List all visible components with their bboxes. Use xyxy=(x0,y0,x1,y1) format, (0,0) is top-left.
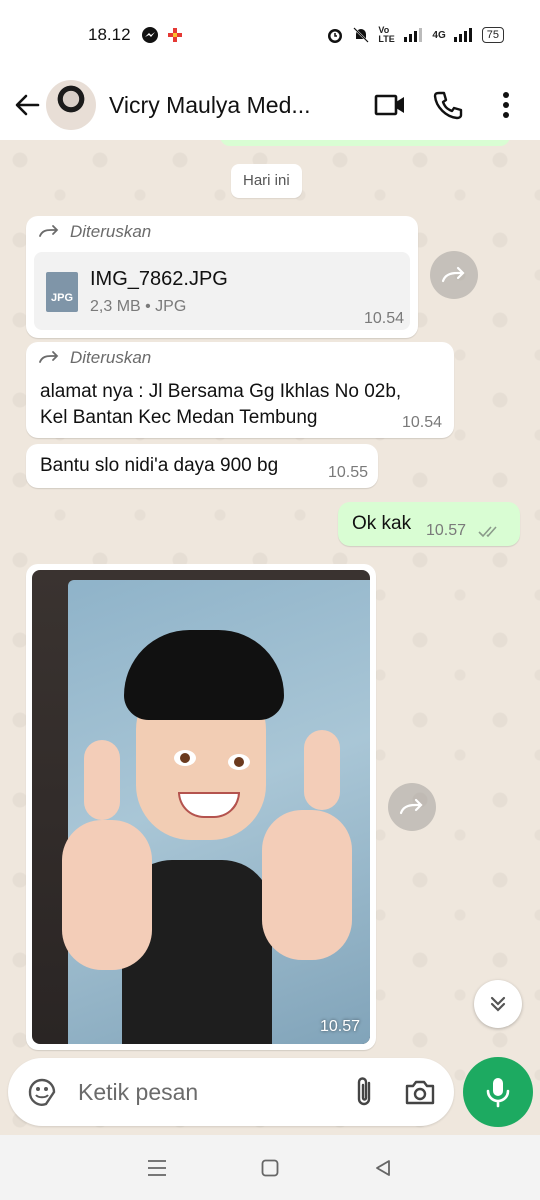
voice-call-button[interactable] xyxy=(428,85,468,125)
sticker-thumb-right xyxy=(304,730,340,810)
video-camera-icon xyxy=(374,94,404,116)
message-text-line: alamat nya : Jl Bersama Gg Ikhlas No 02b… xyxy=(40,381,402,402)
video-call-button[interactable] xyxy=(370,85,410,125)
message-outgoing[interactable]: Ok kak 10.57 xyxy=(338,502,520,546)
previous-message-edge xyxy=(220,140,510,146)
id-card-photo[interactable]: 10.57 xyxy=(32,570,370,1044)
message-text: Bantu slo nidi'a daya 900 bg xyxy=(40,455,279,476)
message-time: 10.57 xyxy=(319,1018,360,1035)
status-time: 18.12 xyxy=(88,25,131,44)
sticker-hand-left xyxy=(62,820,152,970)
file-attachment[interactable]: JPG IMG_7862.JPG 2,3 MB • JPG xyxy=(34,252,410,330)
forwarded-arrow-icon xyxy=(39,225,59,237)
battery-indicator: 75 xyxy=(481,27,504,43)
sticker-eye xyxy=(174,750,196,766)
forwarded-label: Diteruskan xyxy=(38,222,151,242)
microphone-icon xyxy=(486,1078,510,1108)
message-time: 10.57 xyxy=(426,522,467,539)
message-text-line: Kel Bantan Kec Medan Tembung xyxy=(40,407,318,428)
message-forwarded-file[interactable]: Diteruskan JPG IMG_7862.JPG 2,3 MB • JPG… xyxy=(26,216,418,338)
more-options-button[interactable] xyxy=(486,85,526,125)
sticker-eye xyxy=(228,754,250,770)
file-meta: 2,3 MB • JPG xyxy=(90,298,187,315)
mute-bell-icon xyxy=(353,27,370,43)
network-type: 4G xyxy=(432,29,446,41)
message-time: 10.55 xyxy=(327,464,368,481)
contact-avatar[interactable] xyxy=(46,80,96,130)
sticker-emoji-icon xyxy=(28,1078,56,1106)
forward-button[interactable] xyxy=(388,783,436,831)
signal-2-icon xyxy=(453,28,472,42)
message-time: 10.54 xyxy=(363,310,404,327)
camera-button[interactable] xyxy=(402,1074,438,1110)
recent-apps-button[interactable] xyxy=(142,1153,172,1183)
forward-button[interactable] xyxy=(430,251,478,299)
alarm-icon xyxy=(328,29,343,43)
chat-area[interactable]: Hari ini Diteruskan JPG IMG_7862.JPG 2,3… xyxy=(0,140,540,1135)
forwarded-text: Diteruskan xyxy=(70,348,152,367)
sticker-thumb-left xyxy=(84,740,120,820)
message-input[interactable] xyxy=(76,1077,310,1107)
back-nav-button[interactable] xyxy=(368,1153,398,1183)
sticker-hand-right xyxy=(262,810,352,960)
double-chevron-down-icon xyxy=(490,996,506,1012)
share-forward-icon xyxy=(399,798,423,815)
forwarded-text: Diteruskan xyxy=(70,222,152,241)
status-bar: 18.12 Vo LTE 4G 75 xyxy=(0,0,540,70)
arrow-left-icon xyxy=(15,94,40,116)
kebab-menu-icon xyxy=(503,92,509,118)
double-check-icon xyxy=(478,526,497,538)
messenger-icon xyxy=(141,27,158,43)
contact-name[interactable]: Vicry Maulya Med... xyxy=(109,92,339,119)
voice-record-button[interactable] xyxy=(463,1057,533,1127)
paperclip-icon xyxy=(357,1077,371,1106)
jpg-file-icon: JPG xyxy=(46,272,78,312)
square-home-icon xyxy=(261,1159,279,1176)
forwarded-label: Diteruskan xyxy=(38,348,151,368)
message-text: Ok kak xyxy=(352,513,412,534)
phone-icon xyxy=(433,91,463,120)
date-chip: Hari ini xyxy=(231,164,302,198)
emoji-button[interactable] xyxy=(24,1074,60,1110)
share-forward-icon xyxy=(441,266,465,283)
message-composer xyxy=(8,1058,454,1126)
system-nav-bar xyxy=(0,1135,540,1200)
attach-button[interactable] xyxy=(346,1074,382,1110)
triangle-back-icon xyxy=(376,1159,391,1176)
volte-label: Vo LTE xyxy=(378,25,395,44)
signal-icon xyxy=(404,28,423,42)
back-button[interactable] xyxy=(14,92,40,118)
scroll-to-bottom-button[interactable] xyxy=(474,980,522,1028)
message-time: 10.54 xyxy=(401,414,442,431)
file-name: IMG_7862.JPG xyxy=(90,268,228,290)
chat-header: Vicry Maulya Med... xyxy=(0,70,540,140)
camera-icon xyxy=(405,1080,435,1105)
message-incoming[interactable]: Bantu slo nidi'a daya 900 bg 10.55 xyxy=(26,444,378,488)
home-button[interactable] xyxy=(255,1153,285,1183)
menu-lines-icon xyxy=(147,1159,166,1176)
message-forwarded-text[interactable]: Diteruskan alamat nya : Jl Bersama Gg Ik… xyxy=(26,342,454,438)
plus-app-icon xyxy=(167,28,182,42)
forwarded-arrow-icon xyxy=(39,351,59,363)
